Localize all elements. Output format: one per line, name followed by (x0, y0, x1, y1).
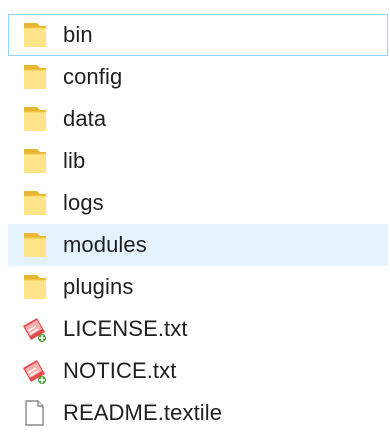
text-document-icon (17, 312, 51, 346)
file-item-label: lib (63, 148, 86, 173)
file-item-label: NOTICE.txt (63, 358, 177, 383)
folder-icon (17, 228, 51, 262)
file-item-label: bin (63, 22, 93, 47)
file-item-lib[interactable]: lib (8, 140, 388, 182)
file-item-data[interactable]: data (8, 98, 388, 140)
file-item-license[interactable]: LICENSE.txt (8, 308, 388, 350)
folder-icon (17, 186, 51, 220)
file-item-config[interactable]: config (8, 56, 388, 98)
blank-file-icon (17, 396, 51, 430)
file-item-label: modules (63, 232, 147, 257)
folder-icon (17, 102, 51, 136)
file-item-label: LICENSE.txt (63, 316, 188, 341)
folder-icon (17, 18, 51, 52)
file-item-label: plugins (63, 274, 134, 299)
file-item-modules[interactable]: modules (8, 224, 388, 266)
file-item-notice[interactable]: NOTICE.txt (8, 350, 388, 392)
folder-icon (17, 270, 51, 304)
file-item-logs[interactable]: logs (8, 182, 388, 224)
folder-icon (17, 60, 51, 94)
file-item-label: README.textile (63, 400, 223, 425)
file-item-label: config (63, 64, 123, 89)
file-item-label: data (63, 106, 107, 131)
text-document-icon (17, 354, 51, 388)
file-item-plugins[interactable]: plugins (8, 266, 388, 308)
file-list: bin config data lib logs modules plugins… (8, 14, 388, 434)
folder-icon (17, 144, 51, 178)
file-item-bin[interactable]: bin (8, 14, 388, 56)
file-item-label: logs (63, 190, 104, 215)
